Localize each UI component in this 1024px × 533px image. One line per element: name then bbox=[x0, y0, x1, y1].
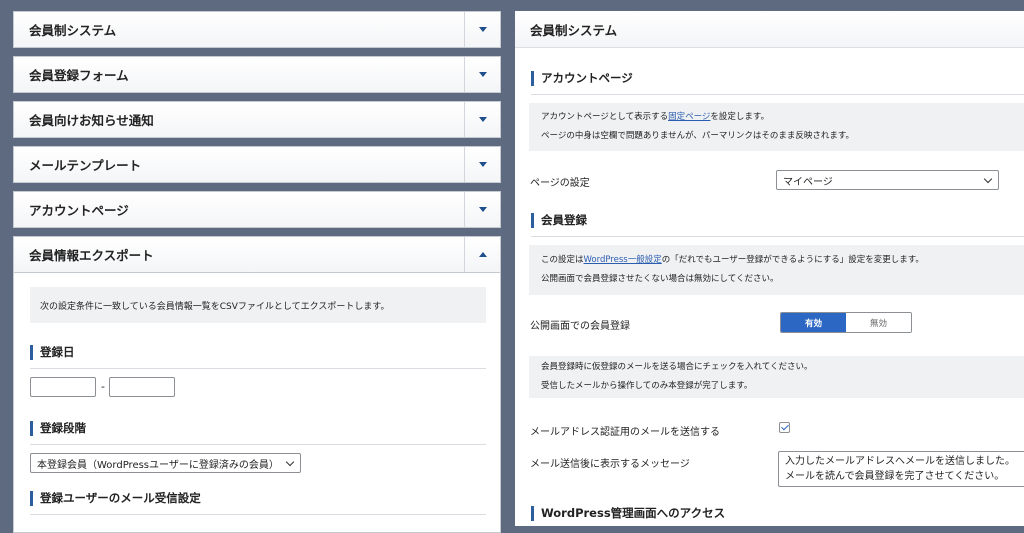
desc-text: 公開画面で会員登録させたくない場合は無効にしてください。 bbox=[541, 274, 779, 284]
account-page-description: アカウントページとして表示する固定ページを設定します。 ページの中身は空欄で問題… bbox=[529, 103, 1024, 151]
desc-text: アカウントページとして表示する bbox=[541, 112, 669, 122]
expand-toggle[interactable] bbox=[464, 57, 500, 92]
export-description: 次の設定条件に一致している会員情報一覧をCSVファイルとしてエクスポートします。 bbox=[30, 287, 486, 323]
message-textarea[interactable]: 入力したメールアドレスへメールを送信しました。 メールを読んで会員登録を完了させ… bbox=[778, 451, 1024, 487]
chevron-up-icon bbox=[478, 252, 487, 257]
accordion-title: メールテンプレート bbox=[29, 158, 142, 173]
chevron-down-icon bbox=[478, 162, 487, 167]
chevron-down-icon bbox=[478, 117, 487, 122]
fixed-page-link[interactable]: 固定ページ bbox=[668, 112, 710, 122]
accordion-title: 会員登録フォーム bbox=[29, 68, 129, 83]
send-verification-label: メールアドレス認証用のメールを送信する bbox=[530, 427, 720, 438]
registration-description: この設定はWordPress一般設定の「だれでもユーザー登録ができるようにする」… bbox=[529, 245, 1024, 295]
expand-toggle[interactable] bbox=[464, 102, 500, 137]
divider bbox=[531, 236, 1024, 237]
accordion-title: アカウントページ bbox=[29, 203, 129, 218]
accordion-title: 会員向けお知らせ通知 bbox=[29, 113, 154, 128]
collapse-toggle[interactable] bbox=[464, 237, 500, 272]
message-label: メール送信後に表示するメッセージ bbox=[530, 459, 690, 470]
date-to-input[interactable] bbox=[109, 377, 175, 397]
divider bbox=[531, 94, 1024, 95]
verification-description: 会員登録時に仮登録のメールを送る場合にチェックを入れてください。 受信したメール… bbox=[529, 356, 1024, 398]
desc-text: この設定は bbox=[541, 255, 584, 265]
date-from-input[interactable] bbox=[30, 377, 96, 397]
accordion-member-export[interactable]: 会員情報エクスポート bbox=[13, 236, 501, 273]
member-registration-heading: 会員登録 bbox=[531, 213, 587, 228]
page-setting-label: ページの設定 bbox=[530, 178, 590, 189]
accordion-account-page[interactable]: アカウントページ bbox=[13, 191, 501, 228]
expand-toggle[interactable] bbox=[464, 12, 500, 47]
desc-text: を設定します。 bbox=[710, 112, 770, 122]
page-setting-select[interactable]: マイページ bbox=[776, 170, 999, 190]
select-value: マイページ bbox=[783, 176, 833, 188]
registration-stage-select[interactable]: 本登録会員（WordPressユーザーに登録済みの会員） bbox=[30, 453, 301, 473]
registration-stage-heading: 登録段階 bbox=[30, 421, 86, 436]
divider bbox=[30, 444, 486, 445]
textarea-line: メールを読んで会員登録を完了させてください。 bbox=[785, 471, 1005, 482]
desc-text: 会員登録時に仮登録のメールを送る場合にチェックを入れてください。 bbox=[541, 362, 813, 372]
desc-text: 受信したメールから操作してのみ本登録が完了します。 bbox=[541, 381, 753, 391]
chevron-down-icon bbox=[478, 207, 487, 212]
textarea-line: 入力したメールアドレスへメールを送信しました。 bbox=[785, 456, 1015, 467]
toggle-enabled-option[interactable]: 有効 bbox=[781, 313, 846, 332]
select-value: 本登録会員（WordPressユーザーに登録済みの会員） bbox=[37, 459, 279, 471]
chevron-down-icon bbox=[478, 72, 487, 77]
accordion-registration-form[interactable]: 会員登録フォーム bbox=[13, 56, 501, 93]
expand-toggle[interactable] bbox=[464, 192, 500, 227]
desc-text: の「だれでもユーザー登録ができるようにする」設定を変更します。 bbox=[661, 255, 924, 265]
admin-access-heading: WordPress管理画面へのアクセス bbox=[531, 506, 725, 521]
left-settings-column: 会員制システム 会員登録フォーム 会員向けお知らせ通知 メールテンプレート アカ… bbox=[13, 11, 501, 533]
accordion-title: 会員情報エクスポート bbox=[29, 248, 154, 263]
expand-toggle[interactable] bbox=[464, 147, 500, 182]
mail-receive-heading: 登録ユーザーのメール受信設定 bbox=[30, 491, 201, 506]
date-range-separator: - bbox=[101, 380, 105, 393]
toggle-disabled-option[interactable]: 無効 bbox=[846, 313, 911, 332]
accordion-title: 会員制システム bbox=[29, 23, 117, 38]
wordpress-general-settings-link[interactable]: WordPress一般設定 bbox=[584, 255, 662, 265]
account-page-heading: アカウントページ bbox=[531, 71, 633, 86]
accordion-member-notifications[interactable]: 会員向けお知らせ通知 bbox=[13, 101, 501, 138]
desc-text: ページの中身は空欄で問題ありませんが、パーマリンクはそのまま反映されます。 bbox=[541, 131, 855, 141]
divider bbox=[30, 368, 486, 369]
chevron-down-icon bbox=[285, 457, 295, 467]
public-registration-toggle[interactable]: 有効 無効 bbox=[780, 312, 912, 333]
divider bbox=[30, 514, 486, 515]
send-verification-checkbox[interactable] bbox=[779, 422, 790, 433]
accordion-membership-system[interactable]: 会員制システム bbox=[13, 11, 501, 48]
export-panel: 次の設定条件に一致している会員情報一覧をCSVファイルとしてエクスポートします。… bbox=[13, 273, 501, 533]
chevron-down-icon bbox=[478, 27, 487, 32]
public-registration-label: 公開画面での会員登録 bbox=[530, 321, 630, 332]
panel-title: 会員制システム bbox=[515, 11, 1024, 48]
registration-date-heading: 登録日 bbox=[30, 345, 75, 360]
accordion-mail-templates[interactable]: メールテンプレート bbox=[13, 146, 501, 183]
chevron-down-icon bbox=[983, 174, 993, 184]
settings-panel: 会員制システム アカウントページ アカウントページとして表示する固定ページを設定… bbox=[515, 11, 1024, 526]
